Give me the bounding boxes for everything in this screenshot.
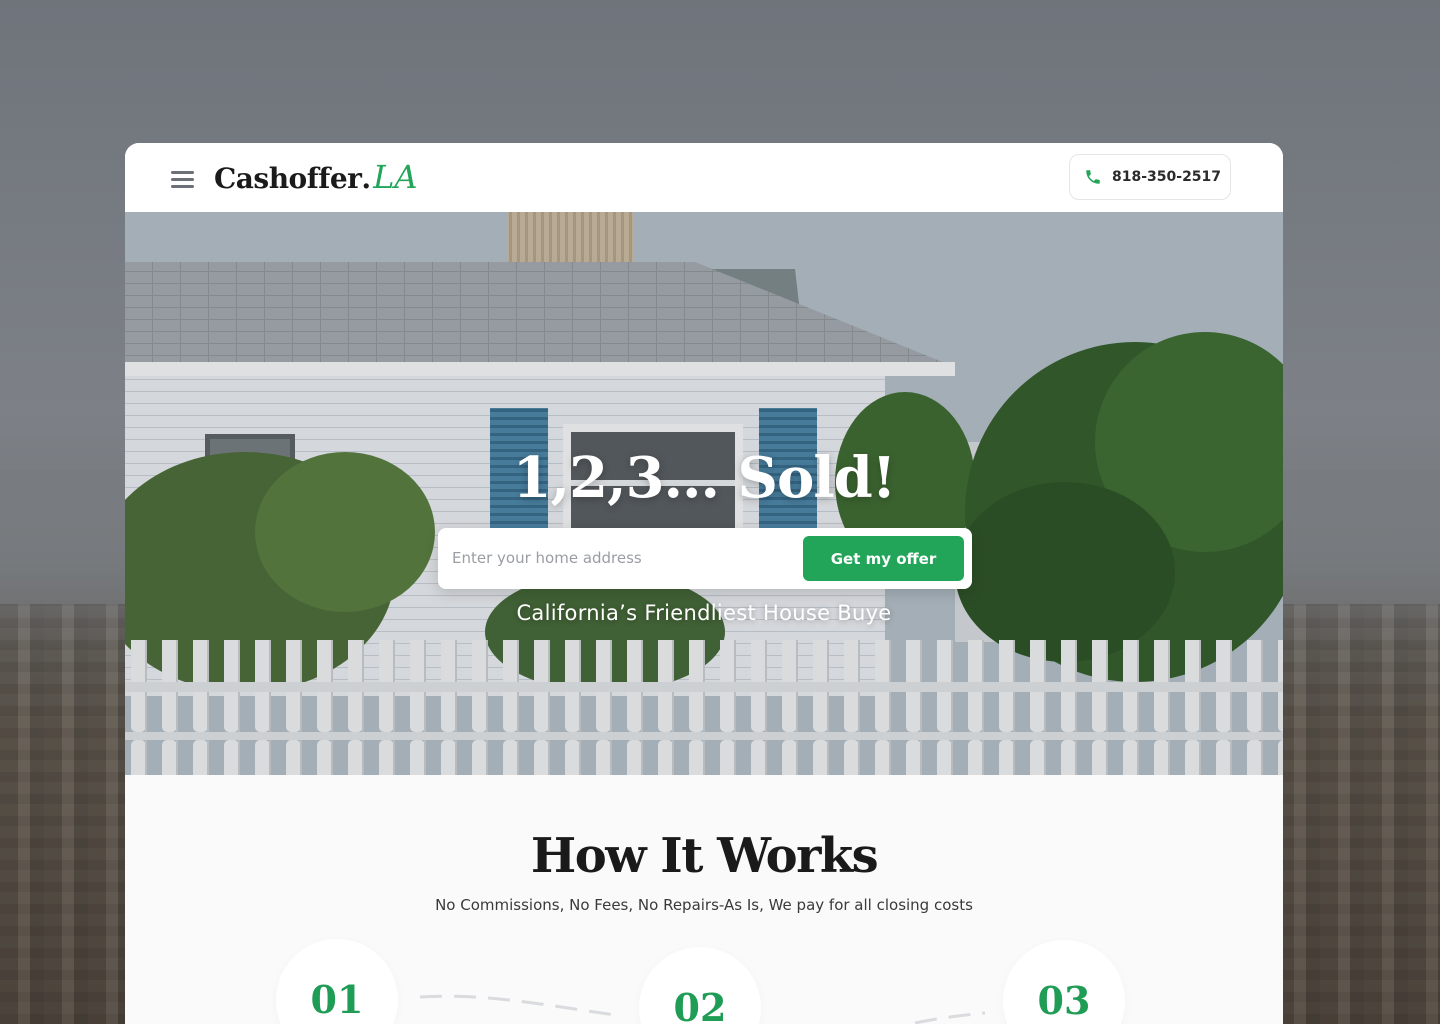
phone-call-button[interactable]: 818-350-2517	[1069, 154, 1231, 200]
home-address-input[interactable]	[452, 538, 792, 578]
logo-accent: LA	[373, 158, 418, 196]
phone-icon	[1086, 170, 1100, 184]
hero-subtitle: California’s Friendliest House Buye	[516, 601, 892, 625]
page-card: Cashoffer . LA 818-350-2517 1,2,3... Sol…	[125, 143, 1283, 1024]
site-header: Cashoffer . LA 818-350-2517	[125, 143, 1283, 212]
logo-dot: .	[361, 162, 372, 195]
how-it-works-section: How It Works No Commissions, No Fees, No…	[125, 775, 1283, 1024]
logo-wordmark: Cashoffer	[214, 162, 362, 195]
get-my-offer-button[interactable]: Get my offer	[803, 536, 964, 581]
phone-number: 818-350-2517	[1112, 169, 1222, 185]
step-2-number: 02	[673, 985, 727, 1024]
hamburger-menu-icon[interactable]	[171, 171, 194, 188]
step-1-number: 01	[310, 977, 364, 1022]
hero-headline: 1,2,3... Sold!	[512, 445, 897, 511]
site-logo[interactable]: Cashoffer . LA	[214, 158, 418, 198]
step-3-number: 03	[1037, 978, 1091, 1023]
hero-section: 1,2,3... Sold! Get my offer California’s…	[125, 212, 1283, 775]
address-search-form: Get my offer	[438, 528, 972, 589]
